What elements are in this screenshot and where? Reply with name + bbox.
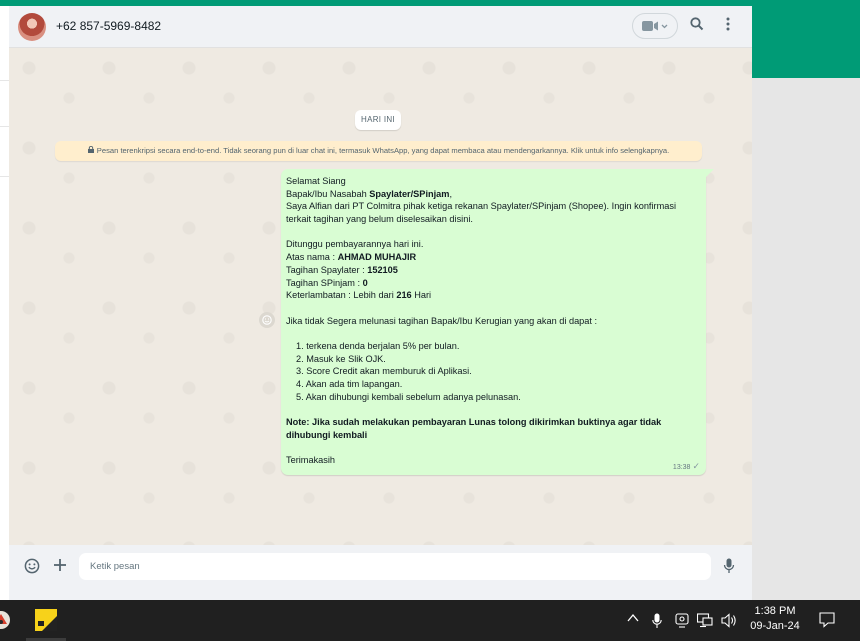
list-item: 4. Akan ada tim lapangan. bbox=[296, 379, 403, 389]
message-late-line: Keterlambatan : Lebih dari 216 Hari bbox=[286, 290, 432, 301]
encryption-notice-text: Pesan terenkripsi secara end-to-end. Tid… bbox=[96, 146, 670, 155]
lock-icon bbox=[87, 146, 94, 153]
microphone-icon[interactable] bbox=[723, 558, 735, 574]
message-timestamp: 13:38 ✓ bbox=[672, 461, 700, 471]
message-name-line: Atas nama : AHMAD MUHAJIR bbox=[286, 252, 417, 263]
network-icon[interactable] bbox=[697, 613, 713, 628]
list-item: 5. Akan dihubungi kembali sebelum adanya… bbox=[296, 391, 521, 402]
message-spaylater-line: Tagihan Spaylater : 152105 bbox=[286, 264, 398, 275]
message-text: Selamat Siang Bapak/Ibu Nasabah Spaylate… bbox=[286, 175, 696, 467]
date-chip: HARI INI bbox=[355, 110, 401, 130]
taskbar-clock[interactable]: 1:38 PM 09-Jan-24 bbox=[748, 604, 802, 634]
plus-icon[interactable] bbox=[53, 558, 67, 572]
list-item: 1. terkena denda berjalan 5% per bulan. bbox=[296, 340, 460, 351]
emoji-icon[interactable] bbox=[24, 558, 40, 574]
message-intro-line-2: terkait tagihan yang belum diselesaikan … bbox=[286, 214, 473, 225]
message-spinjam-line: Tagihan SPinjam : 0 bbox=[286, 277, 368, 288]
composer-bar: Ketik pesan bbox=[9, 545, 752, 600]
app-icon[interactable] bbox=[0, 608, 10, 632]
search-icon[interactable] bbox=[690, 17, 704, 31]
chat-header: +62 857-5969-8482 bbox=[9, 6, 752, 48]
chevron-up-icon[interactable] bbox=[627, 613, 639, 623]
microphone-icon[interactable] bbox=[652, 613, 662, 629]
sticky-notes-icon[interactable] bbox=[34, 608, 58, 632]
contact-name[interactable]: +62 857-5969-8482 bbox=[56, 19, 161, 33]
message-greeting: Selamat Siang bbox=[286, 176, 346, 186]
list-item: 2. Masuk ke Slik OJK. bbox=[296, 353, 386, 364]
video-call-button[interactable] bbox=[632, 13, 678, 39]
webcam-icon[interactable] bbox=[675, 613, 689, 628]
message-recipient-line: Bapak/Ibu Nasabah Spaylater/SPinjam, bbox=[286, 188, 452, 199]
message-intro-line: Saya Alfian dari PT Colmitra pihak ketig… bbox=[286, 201, 676, 212]
message-input[interactable]: Ketik pesan bbox=[79, 553, 711, 580]
notification-icon[interactable] bbox=[819, 612, 835, 628]
message-bubble[interactable]: Selamat Siang Bapak/Ibu Nasabah Spaylate… bbox=[281, 169, 706, 475]
list-item: 3. Score Credit akan memburuk di Aplikas… bbox=[296, 366, 472, 377]
background-teal-panel bbox=[752, 0, 860, 78]
emoji-icon bbox=[262, 315, 272, 325]
bubble-tail bbox=[706, 169, 714, 177]
message-payment-request: Ditunggu pembayarannya hari ini. bbox=[286, 239, 424, 250]
taskbar: 1:38 PM 09-Jan-24 bbox=[0, 600, 860, 641]
chevron-down-icon bbox=[661, 24, 668, 29]
message-warning: Jika tidak Segera melunasi tagihan Bapak… bbox=[286, 315, 598, 326]
message-note-line-2: dihubungi kembali bbox=[286, 429, 368, 440]
react-button[interactable] bbox=[259, 312, 275, 328]
encryption-notice[interactable]: Pesan terenkripsi secara end-to-end. Tid… bbox=[55, 141, 702, 161]
background-gray-panel bbox=[752, 78, 860, 600]
video-camera-icon bbox=[642, 21, 668, 31]
menu-dots-icon[interactable] bbox=[725, 17, 731, 31]
clock-time: 1:38 PM bbox=[754, 605, 796, 617]
volume-icon[interactable] bbox=[721, 613, 737, 628]
check-icon: ✓ bbox=[692, 461, 700, 471]
message-note-line: Note: Jika sudah melakukan pembayaran Lu… bbox=[286, 417, 662, 428]
avatar[interactable] bbox=[18, 13, 46, 41]
chat-list-edge bbox=[0, 6, 9, 600]
clock-date: 09-Jan-24 bbox=[750, 620, 800, 632]
whatsapp-chat-window: +62 857-5969-8482 HARI INI Pesan terenkr… bbox=[9, 6, 752, 600]
message-closing: Terimakasih bbox=[286, 455, 336, 466]
